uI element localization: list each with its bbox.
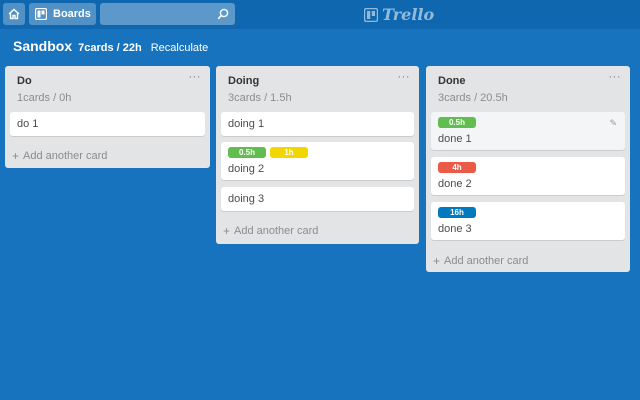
add-card-button[interactable]: + Add another card: [223, 224, 318, 238]
card-done-3[interactable]: 16h done 3: [431, 202, 625, 240]
list-summary: 1cards / 0h: [17, 92, 72, 104]
list-menu-icon[interactable]: ···: [609, 71, 622, 83]
list-title[interactable]: Do: [17, 75, 32, 87]
card-title: do 1: [17, 118, 39, 130]
list-menu-icon[interactable]: ···: [398, 71, 411, 83]
list-title[interactable]: Doing: [228, 75, 259, 87]
search-icon[interactable]: [215, 6, 231, 22]
logo-text: Trello: [382, 5, 435, 24]
card-title: done 2: [438, 178, 472, 190]
pencil-icon[interactable]: ✎: [609, 118, 617, 129]
add-card-button[interactable]: + Add another card: [433, 254, 528, 268]
trello-logo[interactable]: Trello: [364, 4, 434, 25]
add-card-label: Add another card: [23, 150, 108, 162]
card-doing-1[interactable]: doing 1: [221, 112, 414, 136]
add-card-label: Add another card: [234, 225, 319, 237]
card-title: done 3: [438, 223, 472, 235]
home-icon: [8, 8, 20, 20]
board-stats: 7cards / 22h: [78, 42, 142, 54]
card-title: doing 3: [228, 193, 265, 205]
card-done-1[interactable]: 0.5h ✎ done 1: [431, 112, 625, 150]
board-title[interactable]: Sandbox: [13, 38, 72, 54]
time-label-green: 0.5h: [438, 117, 476, 128]
boards-button[interactable]: Boards: [29, 3, 96, 25]
boards-icon: [35, 8, 47, 20]
trello-logo-icon: [364, 7, 378, 22]
time-label-green: 0.5h: [228, 147, 266, 158]
card-done-2[interactable]: 4h done 2: [431, 157, 625, 195]
card-title: done 1: [438, 133, 472, 145]
card-doing-3[interactable]: doing 3: [221, 187, 414, 211]
list-summary: 3cards / 20.5h: [438, 92, 508, 104]
list-summary: 3cards / 1.5h: [228, 92, 292, 104]
card-do-1[interactable]: do 1: [10, 112, 205, 136]
list-menu-icon[interactable]: ···: [189, 71, 202, 83]
plus-icon: +: [12, 149, 20, 163]
time-label-blue: 16h: [438, 207, 476, 218]
card-title: doing 1: [228, 118, 265, 130]
list-do: Do ··· 1cards / 0h do 1 + Add another ca…: [5, 66, 210, 168]
list-title[interactable]: Done: [438, 75, 466, 87]
add-card-label: Add another card: [444, 255, 529, 267]
plus-icon: +: [223, 224, 231, 238]
home-button[interactable]: [3, 3, 25, 25]
card-doing-2[interactable]: 0.5h 1h doing 2: [221, 142, 414, 180]
list-done: Done ··· 3cards / 20.5h 0.5h ✎ done 1 4h…: [426, 66, 630, 272]
add-card-button[interactable]: + Add another card: [12, 149, 107, 163]
board-header: Sandbox 7cards / 22h Recalculate: [13, 38, 208, 58]
plus-icon: +: [433, 254, 441, 268]
card-title: doing 2: [228, 163, 265, 175]
list-doing: Doing ··· 3cards / 1.5h doing 1 0.5h 1h …: [216, 66, 419, 244]
boards-label: Boards: [53, 8, 91, 20]
top-header: Boards Trello: [0, 0, 640, 29]
time-label-yellow: 1h: [270, 147, 308, 158]
search-box[interactable]: [100, 3, 235, 25]
time-label-red: 4h: [438, 162, 476, 173]
recalculate-button[interactable]: Recalculate: [151, 42, 208, 54]
